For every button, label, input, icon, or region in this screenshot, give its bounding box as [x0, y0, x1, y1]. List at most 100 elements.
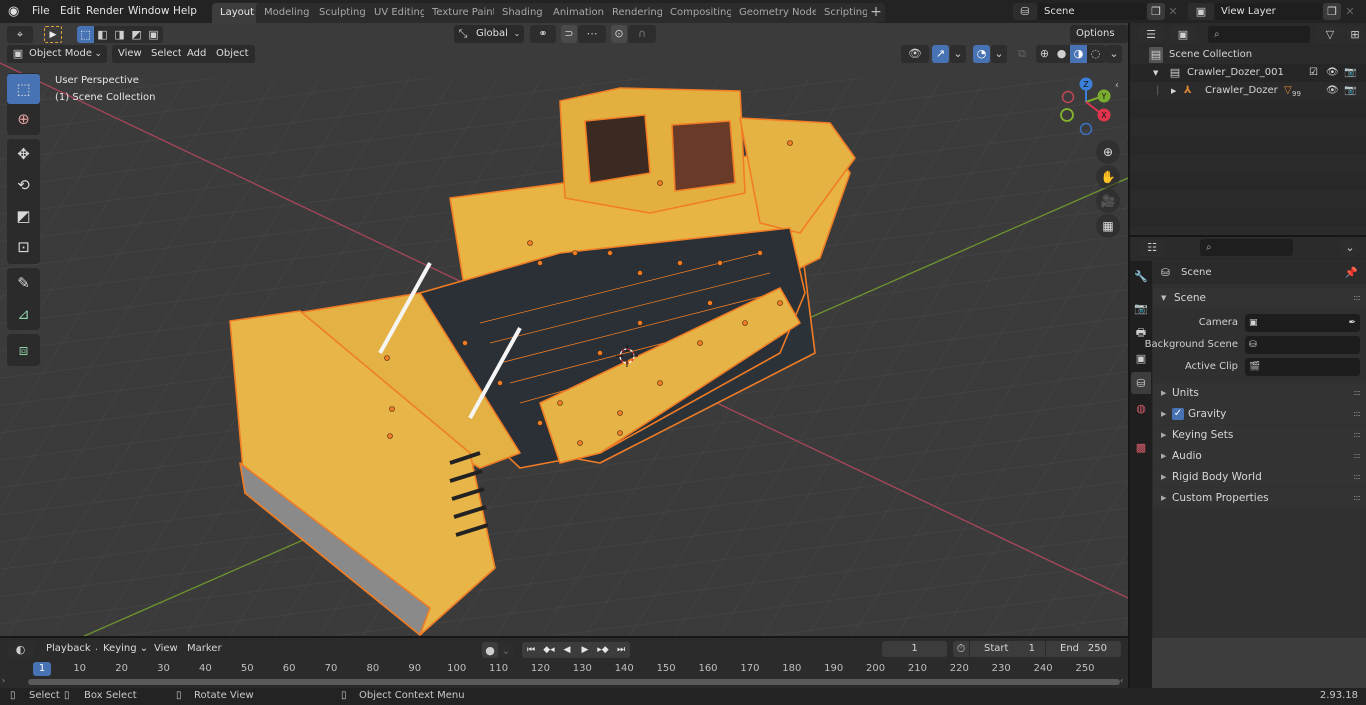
end-frame-field[interactable]: End 250 [1046, 641, 1121, 657]
select-difference-icon[interactable]: ◩ [128, 26, 145, 43]
panel-keying-sets[interactable]: ▶ Keying Sets :::: [1153, 425, 1366, 445]
filter-icon[interactable]: ▽ [1317, 26, 1343, 43]
proportional-edit-icon[interactable]: ⊙ [611, 25, 627, 43]
mode-dropdown[interactable]: ▣ Object Mode ⌄ [7, 45, 107, 63]
jump-prev-keyframe-icon[interactable]: ◆◂ [540, 642, 558, 658]
jump-next-keyframe-icon[interactable]: ▸◆ [594, 642, 612, 658]
menu-add[interactable]: Add [181, 45, 213, 63]
camera-view-icon[interactable]: 🎥 [1096, 189, 1120, 213]
outliner-row-collection[interactable]: ▼ ▤ Crawler_Dozer_001 ☑ 👁 📷 [1130, 64, 1366, 82]
properties-search-input[interactable]: ⌕ [1200, 239, 1293, 256]
drag-handle-icon[interactable]: :::: [1353, 488, 1361, 508]
tab-compositing[interactable]: Compositing [662, 3, 741, 23]
tab-shading[interactable]: Shading [494, 3, 551, 23]
drag-handle-icon[interactable]: :::: [1353, 425, 1361, 445]
transform-orientation-dropdown[interactable]: ⤡ Global ⌄ [454, 25, 524, 43]
3d-viewport[interactable]: ⌖ ▶ ⬚ ◧ ◨ ◩ ▣ ⤡ Global ⌄ ⚭ ⊃ ⋯ ⊙ ∩ Optio… [0, 23, 1128, 636]
panel-rigid-body-world[interactable]: ▶ Rigid Body World :::: [1153, 467, 1366, 487]
move-tool-icon[interactable]: ✥ [7, 139, 40, 169]
play-reverse-icon[interactable]: ◀ [558, 642, 576, 658]
options-dropdown-icon[interactable]: ⌄ [1341, 239, 1359, 256]
scene-name-field[interactable]: Scene [1038, 3, 1146, 20]
drag-handle-icon[interactable]: :::: [1353, 288, 1361, 308]
eyedropper-icon[interactable]: ✒ [1348, 313, 1356, 333]
tab-sculpting[interactable]: Sculpting [311, 3, 374, 23]
blender-logo-icon[interactable]: ◉ [8, 4, 24, 20]
scale-tool-icon[interactable]: ◩ [7, 201, 40, 231]
tab-texture-paint[interactable]: Texture Paint [424, 3, 505, 23]
view-layer-filter-icon[interactable]: ▣ [1170, 26, 1196, 43]
drag-handle-icon[interactable]: :::: [1353, 446, 1361, 466]
delete-scene-icon[interactable]: ✕ [1166, 3, 1180, 20]
cursor-tool-icon[interactable]: ⊕ [7, 104, 40, 134]
render-camera-icon[interactable]: 📷 [1344, 64, 1356, 82]
pan-view-icon[interactable]: ✋ [1096, 165, 1120, 189]
outliner-search-input[interactable]: ⌕ [1208, 26, 1310, 43]
transform-tool-icon[interactable]: ⊡ [7, 232, 40, 262]
background-scene-field[interactable]: ⛁ [1245, 336, 1360, 354]
render-camera-icon[interactable]: 📷 [1344, 82, 1356, 100]
gizmo-dropdown-icon[interactable]: ⌄ [950, 45, 966, 63]
expand-right-icon[interactable]: ‹ [1120, 676, 1123, 685]
overlays-dropdown-icon[interactable]: ⌄ [991, 45, 1007, 63]
sidebar-toggle-icon[interactable]: ‹ [1115, 80, 1119, 91]
timeline-marker-menu[interactable]: Marker [187, 643, 222, 654]
falloff-icon[interactable]: ∩ [628, 25, 656, 43]
timeline-ruler[interactable]: 1 10 20 30 40 50 60 70 80 90 100 110 120 130 140 150 16… [0, 660, 1128, 678]
gravity-checkbox[interactable]: ✓ [1172, 408, 1184, 420]
menu-window[interactable]: Window [123, 3, 174, 20]
expand-arrow-icon[interactable]: ▼ [1153, 64, 1158, 82]
panel-gravity[interactable]: ▶ ✓ Gravity :::: [1153, 404, 1366, 424]
tool-tab-icon[interactable]: 🔧 [1131, 265, 1151, 287]
editor-type-icon[interactable]: ⌖ [7, 26, 33, 43]
select-intersect-icon[interactable]: ▣ [145, 26, 162, 43]
gizmo-toggle-icon[interactable]: ↗ [932, 45, 949, 63]
select-subtract-icon[interactable]: ◨ [111, 26, 128, 43]
navigation-gizmo[interactable]: Z Y X [1055, 75, 1120, 135]
drag-handle-icon[interactable]: :::: [1353, 404, 1361, 424]
select-box-tool-icon[interactable]: ⬚ [7, 74, 40, 104]
select-new-icon[interactable]: ⬚ [77, 26, 94, 43]
delete-view-layer-icon[interactable]: ✕ [1343, 3, 1357, 20]
select-tool-icon[interactable]: ▶ [44, 26, 62, 43]
editor-type-icon[interactable]: ☷ [1139, 239, 1165, 256]
current-frame-field[interactable]: 1 [882, 641, 947, 657]
camera-field[interactable]: ▣ ✒ [1245, 314, 1360, 332]
start-frame-field[interactable]: Start 1 [970, 641, 1045, 657]
active-clip-field[interactable]: 🎬 [1245, 358, 1360, 376]
keying-dropdown-icon[interactable]: ⌄ [498, 642, 514, 658]
jump-start-icon[interactable]: ⏮ [522, 642, 540, 658]
pin-icon[interactable]: 📌 [1345, 262, 1358, 284]
new-collection-icon[interactable]: ⊞ [1347, 26, 1363, 43]
solid-shading-icon[interactable]: ● [1053, 45, 1070, 63]
keying-menu[interactable]: Keying ⌄ [97, 640, 155, 658]
jump-end-icon[interactable]: ⏭ [612, 642, 630, 658]
options-button[interactable]: Options ⌄ [1070, 25, 1128, 57]
play-icon[interactable]: ▶ [576, 642, 594, 658]
panel-scene-header[interactable]: ▼ Scene :::: [1153, 288, 1366, 308]
frame-cursor[interactable]: 1 [33, 662, 51, 676]
expand-left-icon[interactable]: › [2, 676, 5, 685]
pivot-point-icon[interactable]: ⚭ [530, 25, 556, 43]
panel-audio[interactable]: ▶ Audio :::: [1153, 446, 1366, 466]
menu-help[interactable]: Help [168, 3, 202, 20]
panel-custom-properties[interactable]: ▶ Custom Properties :::: [1153, 488, 1366, 508]
eye-icon[interactable]: 👁 [1326, 64, 1339, 82]
snap-target-icon[interactable]: ⋯ [578, 25, 606, 43]
texture-tab-icon[interactable]: ▩ [1131, 436, 1151, 458]
auto-keying-icon[interactable]: ● [482, 642, 498, 658]
scene-selector-icon[interactable]: ⛁ [1013, 3, 1037, 20]
outliner-row-armature[interactable]: | ▶ ⅄ Crawler_Dozer ▽ 99 👁 📷 [1130, 82, 1366, 100]
timeline-editor-type-icon[interactable]: ◐ [7, 641, 34, 658]
shading-dropdown-icon[interactable]: ⌄ [1106, 45, 1122, 63]
tab-animation[interactable]: Animation [545, 3, 612, 23]
timeline-scrollbar[interactable] [28, 679, 1120, 685]
xray-toggle-icon[interactable]: ⧉ [1014, 45, 1030, 63]
perspective-toggle-icon[interactable]: ▦ [1096, 214, 1120, 238]
exclude-checkbox[interactable]: ☑ [1309, 64, 1318, 82]
menu-file[interactable]: File [27, 3, 55, 20]
panel-units[interactable]: ▶ Units :::: [1153, 383, 1366, 403]
menu-render[interactable]: Render [81, 3, 128, 20]
timeline-view-menu[interactable]: View [154, 643, 178, 654]
rendered-shading-icon[interactable]: ◌ [1087, 45, 1104, 63]
